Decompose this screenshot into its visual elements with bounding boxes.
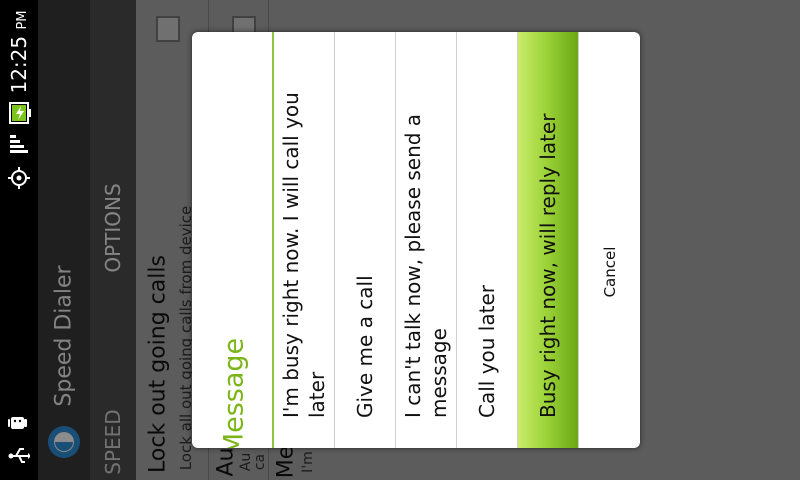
clock: 12:25 PM	[7, 10, 31, 93]
message-option[interactable]: Call you later	[457, 32, 518, 448]
signal-icon	[10, 135, 28, 153]
message-option-selected[interactable]: Busy right now, will reply later	[518, 32, 579, 448]
message-option[interactable]: I'm busy right now. I will call you late…	[274, 32, 335, 448]
message-dialog: Message I'm busy right now. I will call …	[192, 32, 640, 448]
cancel-label: Cancel	[601, 246, 619, 298]
message-option-label: I can't talk now, please send a message	[401, 113, 451, 418]
message-option-label: Call you later	[475, 285, 499, 418]
message-option-label: Give me a call	[353, 275, 377, 418]
dialog-title: Message	[218, 337, 250, 448]
gps-icon	[8, 167, 30, 189]
message-option-label: I'm busy right now. I will call you late…	[279, 92, 329, 418]
status-bar: 12:25 PM	[0, 0, 38, 480]
android-icon	[8, 417, 27, 429]
message-option[interactable]: Give me a call	[335, 32, 396, 448]
message-option-label: Busy right now, will reply later	[536, 113, 560, 418]
usb-icon	[8, 448, 30, 463]
battery-charging-icon	[9, 102, 31, 124]
cancel-button[interactable]: Cancel	[580, 32, 640, 448]
dialog-header: Message	[192, 32, 274, 448]
clock-time: 12:25	[7, 35, 31, 94]
clock-ampm: PM	[15, 10, 30, 30]
message-option[interactable]: I can't talk now, please send a message	[396, 32, 457, 448]
